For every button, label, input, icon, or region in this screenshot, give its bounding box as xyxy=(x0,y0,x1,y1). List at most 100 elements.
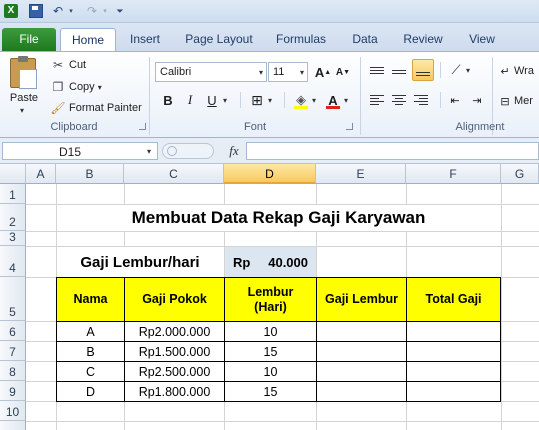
table-cell[interactable] xyxy=(406,381,501,402)
borders-dropdown-icon[interactable]: ▾ xyxy=(268,96,272,105)
tab-review[interactable]: Review xyxy=(396,28,450,51)
merge-center-button[interactable]: ⊟ Mer xyxy=(498,92,533,110)
column-header-c[interactable]: C xyxy=(124,164,224,184)
bold-button[interactable]: B xyxy=(159,90,177,110)
row-header-5[interactable]: 5 xyxy=(0,277,26,321)
header-gaji-pokok[interactable]: Gaji Pokok xyxy=(124,277,225,322)
row-header-8[interactable]: 8 xyxy=(0,361,26,381)
shrink-font-icon[interactable]: A ▼ xyxy=(334,62,352,82)
chevron-down-icon[interactable]: ▾ xyxy=(300,68,304,77)
table-cell[interactable]: 10 xyxy=(224,321,317,342)
table-cell[interactable] xyxy=(406,341,501,362)
dialog-launcher-icon[interactable] xyxy=(139,123,146,130)
formula-input[interactable] xyxy=(246,142,539,160)
table-cell[interactable]: 10 xyxy=(224,361,317,382)
decrease-indent-icon[interactable]: ⇤ xyxy=(446,90,464,110)
excel-icon[interactable]: X xyxy=(2,2,20,20)
borders-icon[interactable]: ⊞ xyxy=(248,90,266,110)
save-icon[interactable] xyxy=(28,2,44,20)
orientation-icon[interactable]: ⟋ xyxy=(446,60,466,80)
align-top-icon[interactable] xyxy=(368,60,386,80)
row-header-6[interactable]: 6 xyxy=(0,321,26,341)
tab-file[interactable]: File xyxy=(2,28,56,51)
increase-indent-icon[interactable]: ⇥ xyxy=(468,90,486,110)
select-all-corner[interactable] xyxy=(0,164,26,184)
name-box[interactable]: D15 ▾ xyxy=(2,142,158,160)
tab-home[interactable]: Home xyxy=(60,28,116,51)
wrap-text-button[interactable]: ↵ Wra xyxy=(498,62,534,80)
align-center-icon[interactable] xyxy=(390,90,408,110)
tab-insert[interactable]: Insert xyxy=(122,28,168,51)
table-cell[interactable]: 15 xyxy=(224,381,317,402)
copy-dropdown-icon[interactable]: ▾ xyxy=(98,83,102,92)
table-cell[interactable]: Rp2.500.000 xyxy=(124,361,225,382)
customize-qat-icon[interactable]: ⏷ xyxy=(114,2,126,20)
overtime-rate-label[interactable]: Gaji Lembur/hari xyxy=(57,247,223,277)
column-header-b[interactable]: B xyxy=(56,164,124,184)
table-cell[interactable] xyxy=(316,381,407,402)
header-gaji-lembur[interactable]: Gaji Lembur xyxy=(316,277,407,322)
tab-page-layout[interactable]: Page Layout xyxy=(178,28,260,51)
table-cell[interactable]: Rp2.000.000 xyxy=(124,321,225,342)
copy-button[interactable]: ❐ Copy ▾ xyxy=(50,78,102,96)
orientation-dropdown-icon[interactable]: ▾ xyxy=(466,66,470,75)
grow-font-icon[interactable]: A ▲ xyxy=(314,62,332,82)
header-lembur-hari[interactable]: Lembur (Hari) xyxy=(224,277,317,322)
format-painter-button[interactable]: 🖌 Format Painter xyxy=(50,99,141,117)
column-header-a[interactable]: A xyxy=(26,164,56,184)
table-cell[interactable]: B xyxy=(56,341,125,362)
redo-icon[interactable]: ↷ xyxy=(84,2,100,20)
paste-dropdown-icon[interactable]: ▾ xyxy=(20,106,24,115)
sheet-title[interactable]: Membuat Data Rekap Gaji Karyawan xyxy=(57,205,500,231)
table-cell[interactable] xyxy=(406,321,501,342)
row-header-10[interactable]: 10 xyxy=(0,401,26,421)
underline-button[interactable]: U xyxy=(203,90,221,110)
font-size-combo[interactable]: 11 ▾ xyxy=(268,62,308,82)
row-header-3[interactable]: 3 xyxy=(0,230,26,246)
row-header-11[interactable] xyxy=(0,421,26,430)
table-cell[interactable]: D xyxy=(56,381,125,402)
chevron-down-icon[interactable]: ▾ xyxy=(259,68,263,77)
tab-data[interactable]: Data xyxy=(344,28,386,51)
table-cell[interactable] xyxy=(316,341,407,362)
overtime-rate-cell[interactable]: Rp 40.000 xyxy=(225,247,316,277)
cut-button[interactable]: ✂ Cut xyxy=(50,56,86,74)
undo-dropdown-icon[interactable]: ▾ xyxy=(66,2,76,20)
column-header-g[interactable]: G xyxy=(501,164,539,184)
italic-button[interactable]: I xyxy=(181,90,199,110)
row-header-1[interactable]: 1 xyxy=(0,184,26,204)
table-cell[interactable] xyxy=(316,321,407,342)
column-header-d[interactable]: D xyxy=(224,164,316,184)
table-cell[interactable]: Rp1.500.000 xyxy=(124,341,225,362)
dialog-launcher-icon[interactable] xyxy=(346,123,353,130)
row-header-9[interactable]: 9 xyxy=(0,381,26,401)
table-cell[interactable]: 15 xyxy=(224,341,317,362)
row-header-2[interactable]: 2 xyxy=(0,204,26,231)
chevron-down-icon[interactable]: ▾ xyxy=(147,147,151,156)
align-bottom-icon[interactable] xyxy=(412,59,434,81)
font-color-icon[interactable]: A xyxy=(324,90,342,110)
redo-dropdown-icon[interactable]: ▾ xyxy=(100,2,110,20)
font-color-dropdown-icon[interactable]: ▾ xyxy=(344,96,348,105)
table-cell[interactable] xyxy=(316,361,407,382)
header-total-gaji[interactable]: Total Gaji xyxy=(406,277,501,322)
align-left-icon[interactable] xyxy=(368,90,386,110)
table-cell[interactable]: C xyxy=(56,361,125,382)
column-header-f[interactable]: F xyxy=(406,164,501,184)
table-cell[interactable]: A xyxy=(56,321,125,342)
font-name-combo[interactable]: Calibri ▾ xyxy=(155,62,267,82)
paste-button[interactable]: Paste ▾ xyxy=(6,56,42,118)
table-cell[interactable]: Rp1.800.000 xyxy=(124,381,225,402)
row-header-7[interactable]: 7 xyxy=(0,341,26,361)
table-cell[interactable] xyxy=(406,361,501,382)
underline-dropdown-icon[interactable]: ▾ xyxy=(223,96,227,105)
tab-view[interactable]: View xyxy=(460,28,504,51)
formula-expand-icon[interactable] xyxy=(167,146,177,156)
fill-color-icon[interactable]: ◈ xyxy=(292,90,310,110)
insert-function-icon[interactable]: fx xyxy=(224,142,244,160)
row-header-4[interactable]: 4 xyxy=(0,246,26,277)
fill-color-dropdown-icon[interactable]: ▾ xyxy=(312,96,316,105)
align-middle-icon[interactable] xyxy=(390,60,408,80)
header-nama[interactable]: Nama xyxy=(56,277,125,322)
undo-icon[interactable]: ↶ xyxy=(50,2,66,20)
